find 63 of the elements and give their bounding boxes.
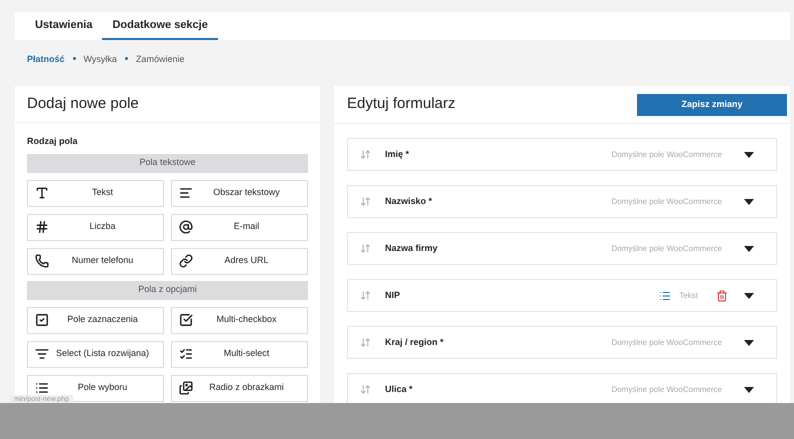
at-sign-icon — [179, 220, 193, 234]
form-field-row[interactable]: Nazwa firmy Domyślne pole WooCommerce — [347, 232, 777, 265]
section-link[interactable]: Płatność — [27, 53, 65, 66]
panel-title: Edytuj formularz — [347, 94, 456, 114]
field-label: NIP — [385, 288, 402, 302]
field-label: Kraj / region * — [385, 336, 445, 349]
checkbox-icon — [179, 313, 193, 327]
field-type-button[interactable]: Liczba — [27, 214, 164, 240]
panel-title: Dodaj nowe pole — [27, 94, 139, 114]
group-header: Pola tekstowe — [27, 154, 308, 172]
section-link[interactable]: Zamówienie — [136, 53, 184, 66]
bullet-icon — [124, 57, 128, 60]
section-link[interactable]: Wysyłka — [84, 53, 117, 66]
field-label: Imię * — [385, 148, 410, 161]
caret-icon[interactable] — [744, 198, 754, 204]
checklist-icon — [179, 347, 193, 361]
field-type-button[interactable]: E-mail — [171, 214, 308, 240]
field-note: Domyślne pole WooCommerce — [611, 196, 722, 208]
group-header: Pola z opcjami — [27, 280, 308, 300]
field-note: Domyślne pole WooCommerce — [611, 242, 722, 254]
field-type-button[interactable]: Multi-select — [171, 340, 308, 368]
field-type-button[interactable]: Obszar tekstowy — [171, 180, 308, 206]
field-type-button[interactable]: Numer telefonu — [27, 248, 164, 274]
field-type-button[interactable]: Tekst — [27, 180, 164, 206]
form-field-row[interactable]: NIP Tekst — [347, 279, 777, 312]
phone-icon — [35, 254, 49, 268]
caret-icon[interactable] — [744, 340, 754, 346]
field-note: Domyślne pole WooCommerce — [611, 384, 722, 396]
form-field-row[interactable]: Imię * Domyślne pole WooCommerce — [347, 138, 777, 171]
field-type-button[interactable]: Multi-checkbox — [171, 306, 308, 334]
field-type-button[interactable]: Pole zaznaczenia — [27, 306, 164, 334]
tab[interactable]: Ustawienia — [25, 12, 102, 40]
checkbox-icon — [35, 313, 49, 327]
field-label: Ulica * — [385, 382, 414, 396]
images-icon — [179, 381, 193, 395]
field-type-button[interactable]: Select (Lista rozwijana) — [27, 340, 164, 368]
save-button[interactable]: Zapisz zmiany — [637, 94, 787, 116]
field-type-button[interactable]: Adres URL — [171, 248, 308, 274]
link-icon — [179, 254, 193, 268]
field-type: Tekst — [679, 290, 698, 302]
caret-icon[interactable] — [744, 152, 754, 158]
drag-handle-icon[interactable] — [360, 290, 371, 301]
field-type-button[interactable]: Radio z obrazkami — [171, 374, 308, 402]
hash-icon — [35, 220, 49, 234]
field-label: Nazwa firmy — [385, 242, 439, 255]
drag-handle-icon[interactable] — [360, 196, 371, 207]
caret-icon[interactable] — [744, 246, 754, 252]
delete-icon[interactable] — [716, 290, 728, 302]
drag-handle-icon[interactable] — [360, 337, 371, 348]
form-field-row[interactable]: Kraj / region * Domyślne pole WooCommerce — [347, 326, 777, 359]
drag-handle-icon[interactable] — [360, 384, 371, 395]
drag-handle-icon[interactable] — [360, 149, 371, 160]
field-label: Nazwisko * — [385, 194, 434, 208]
field-type-label: Rodzaj pola — [27, 135, 79, 148]
drag-handle-icon[interactable] — [360, 243, 371, 254]
form-field-row[interactable]: Nazwisko * Domyślne pole WooCommerce — [347, 185, 777, 218]
caret-icon[interactable] — [744, 292, 754, 298]
field-note: Domyślne pole WooCommerce — [611, 336, 722, 348]
caret-icon[interactable] — [744, 386, 754, 392]
bullet-icon — [72, 57, 76, 60]
tab[interactable]: Dodatkowe sekcje — [102, 12, 218, 40]
field-note: Domyślne pole WooCommerce — [611, 148, 722, 160]
text-lines-icon — [179, 186, 193, 200]
